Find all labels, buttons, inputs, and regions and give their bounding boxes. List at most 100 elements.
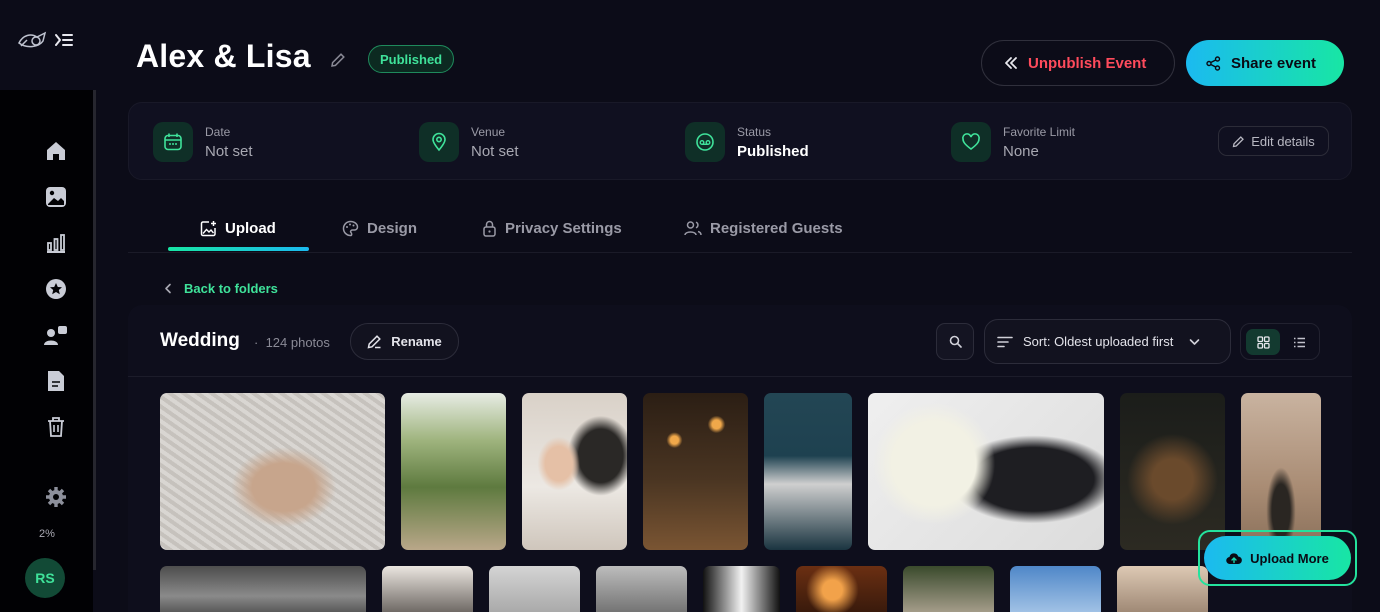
- sidebar-scrollbar[interactable]: [93, 90, 96, 570]
- share-event-button[interactable]: Share event: [1186, 40, 1344, 86]
- photo-thumbnail[interactable]: [868, 393, 1104, 550]
- photo-thumbnail[interactable]: [489, 566, 580, 612]
- edit-details-label: Edit details: [1251, 133, 1315, 149]
- unpublish-label: Unpublish Event: [1028, 54, 1147, 72]
- event-info-panel: Date Not set Venue Not set Status Publis…: [128, 102, 1352, 180]
- photo-thumbnail[interactable]: [764, 393, 852, 550]
- photo-thumbnail[interactable]: [1241, 393, 1321, 550]
- status-label: Status: [737, 124, 772, 139]
- rename-label: Rename: [391, 334, 442, 349]
- back-to-folders-link[interactable]: Back to folders: [164, 279, 278, 297]
- tab-privacy-settings[interactable]: Privacy Settings: [482, 216, 622, 240]
- palette-icon: [342, 220, 359, 236]
- grid-icon: [1256, 335, 1270, 349]
- edit-title-icon[interactable]: [329, 51, 347, 69]
- photo-thumbnail[interactable]: [401, 393, 506, 550]
- sort-select[interactable]: Sort: Oldest uploaded first: [984, 319, 1231, 364]
- grid-view-button[interactable]: [1246, 329, 1280, 355]
- photo-thumbnail[interactable]: [1117, 566, 1208, 612]
- photo-thumbnail[interactable]: [522, 393, 627, 550]
- calendar-icon: [153, 122, 193, 162]
- photo-thumbnail[interactable]: [1120, 393, 1225, 550]
- page-title: Alex & Lisa: [136, 38, 311, 74]
- star-icon: [46, 279, 66, 299]
- location-pin-icon: [419, 122, 459, 162]
- sidebar-item-analytics[interactable]: [44, 231, 68, 255]
- home-icon: [47, 142, 65, 160]
- chevrons-left-icon: [1005, 57, 1017, 69]
- back-label: Back to folders: [184, 280, 278, 296]
- lock-icon: [483, 220, 496, 237]
- tab-design[interactable]: Design: [342, 216, 417, 240]
- sidebar-item-favorites[interactable]: [44, 277, 68, 301]
- tab-registered-guests[interactable]: Registered Guests: [684, 216, 843, 240]
- info-favorite-limit: Favorite Limit None: [951, 121, 1075, 163]
- cloud-upload-icon: [1226, 552, 1242, 564]
- list-view-button[interactable]: [1282, 329, 1316, 355]
- favorite-limit-label: Favorite Limit: [1003, 124, 1076, 139]
- tab-upload[interactable]: Upload: [200, 216, 276, 240]
- sidebar: 2% RS: [0, 90, 93, 612]
- info-status: Status Published: [685, 121, 809, 163]
- users-icon: [44, 326, 67, 345]
- rename-button[interactable]: Rename: [350, 323, 459, 360]
- logo-icon: [18, 31, 47, 48]
- share-icon: [1206, 55, 1221, 71]
- sidebar-item-home[interactable]: [44, 139, 68, 163]
- gear-icon: [46, 487, 66, 507]
- tab-guests-label: Registered Guests: [710, 219, 843, 237]
- active-tab-indicator: [168, 247, 309, 251]
- tab-privacy-label: Privacy Settings: [505, 219, 622, 237]
- date-label: Date: [205, 124, 231, 139]
- photo-count-text: 124 photos: [265, 335, 330, 350]
- share-label: Share event: [1231, 54, 1317, 72]
- status-value: Published: [737, 142, 809, 160]
- photo-thumbnail[interactable]: [160, 393, 385, 550]
- venue-value: Not set: [471, 142, 519, 160]
- photo-thumbnail[interactable]: [796, 566, 887, 612]
- photo-thumbnail[interactable]: [903, 566, 994, 612]
- avatar[interactable]: RS: [25, 558, 65, 598]
- tabs-divider: [128, 252, 1352, 253]
- upload-more-label: Upload More: [1250, 550, 1329, 566]
- sidebar-item-documents[interactable]: [44, 369, 68, 393]
- storage-percent: 2%: [39, 528, 55, 540]
- document-icon: [48, 371, 64, 391]
- bar-chart-icon: [47, 234, 65, 253]
- status-icon: [685, 122, 725, 162]
- trash-icon: [48, 417, 64, 437]
- sidebar-item-gallery[interactable]: [44, 185, 68, 209]
- collapse-sidebar-icon[interactable]: [55, 32, 73, 48]
- upload-more-button[interactable]: Upload More: [1204, 536, 1351, 580]
- date-value: Not set: [205, 142, 253, 160]
- chevron-left-icon: [165, 283, 171, 293]
- list-icon: [1293, 337, 1305, 347]
- search-icon: [949, 335, 962, 348]
- photo-count: · 124 photos: [254, 335, 330, 350]
- sidebar-item-settings[interactable]: [44, 485, 68, 509]
- info-date: Date Not set: [153, 121, 253, 163]
- pencil-icon: [367, 335, 382, 349]
- photo-thumbnail[interactable]: [1010, 566, 1101, 612]
- folder-name: Wedding: [160, 330, 240, 351]
- sidebar-item-trash[interactable]: [44, 415, 68, 439]
- sidebar-item-guests[interactable]: [44, 323, 68, 347]
- sidebar-header: [0, 0, 96, 90]
- chevron-down-icon: [1190, 338, 1200, 345]
- edit-details-button[interactable]: Edit details: [1218, 126, 1329, 156]
- upload-image-icon: [200, 220, 216, 236]
- pencil-icon: [1232, 135, 1245, 147]
- photo-thumbnail[interactable]: [382, 566, 473, 612]
- photo-thumbnail[interactable]: [596, 566, 687, 612]
- photo-thumbnail[interactable]: [643, 393, 748, 550]
- info-venue: Venue Not set: [419, 121, 519, 163]
- photo-thumbnail[interactable]: [160, 566, 366, 612]
- status-badge: Published: [368, 45, 455, 73]
- venue-label: Venue: [471, 124, 506, 139]
- search-button[interactable]: [936, 323, 974, 360]
- photo-thumbnail[interactable]: [703, 566, 780, 612]
- unpublish-event-button[interactable]: Unpublish Event: [981, 40, 1175, 86]
- image-icon: [46, 187, 66, 207]
- folder-divider: [128, 376, 1352, 377]
- sort-label: Sort: Oldest uploaded first: [1023, 334, 1174, 349]
